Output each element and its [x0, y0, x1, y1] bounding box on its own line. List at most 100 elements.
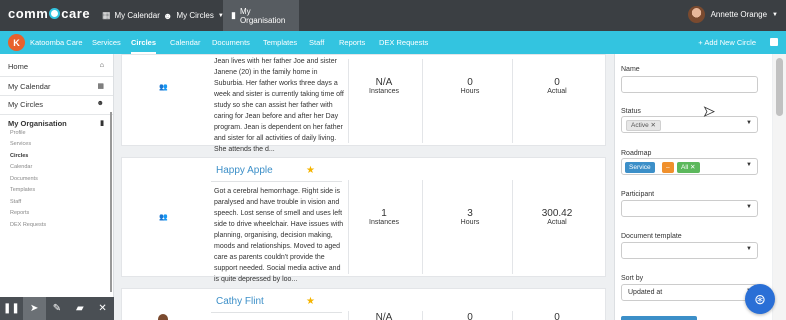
hours-stat: 3 Hours — [445, 208, 495, 226]
home-icon: ⌂ — [99, 62, 104, 69]
sidebar-item-my-organisation[interactable]: My Organisation ▮ — [8, 119, 106, 128]
caret-down-icon: ▼ — [746, 204, 752, 210]
participant-filter-select[interactable]: ▼ — [621, 200, 758, 217]
eraser-icon[interactable]: ▰ — [68, 297, 91, 320]
sort-by-label: Sort by — [621, 275, 644, 282]
subnav-documents[interactable]: Documents — [212, 31, 250, 54]
status-filter-select[interactable]: Active ✕ ▼ — [621, 116, 758, 133]
instances-value: 1 — [381, 208, 387, 219]
actual-label: Actual — [547, 219, 567, 226]
logo-dot-icon — [49, 8, 61, 19]
sidebar-sub-documents[interactable]: Documents — [10, 176, 38, 182]
subnav-calendar[interactable]: Calendar — [170, 31, 200, 54]
circle-description: Jean lives with her father Joe and siste… — [214, 58, 344, 153]
scrollbar-thumb[interactable] — [776, 58, 783, 116]
user-menu[interactable]: Annette Orange ▼ — [687, 6, 778, 23]
sidebar: Home ⌂ My Calendar ▦ My Circles ☻ My Org… — [0, 54, 114, 320]
status-tag[interactable]: Active ✕ — [626, 120, 661, 131]
mouse-cursor-icon: ➤ — [703, 103, 716, 120]
divider — [0, 76, 113, 77]
calendar-icon: ▦ — [97, 83, 104, 90]
org-name[interactable]: Katoomba Care — [30, 38, 83, 47]
sidebar-item-my-circles[interactable]: My Circles ☻ — [8, 100, 106, 109]
instances-label: Instances — [369, 88, 399, 95]
subnav-services[interactable]: Services — [92, 31, 121, 54]
help-button[interactable]: ⊛ — [745, 284, 775, 314]
sidebar-sub-reports[interactable]: Reports — [10, 210, 29, 216]
collapse-icon[interactable] — [770, 38, 778, 46]
roadmap-tag-service[interactable]: Service — [625, 162, 655, 173]
org-logo[interactable]: K — [8, 34, 25, 51]
instances-value: N/A — [375, 312, 393, 320]
circle-name-link[interactable]: Happy Apple — [216, 165, 273, 176]
subnav-staff[interactable]: Staff — [309, 31, 324, 54]
roadmap-filter-select[interactable]: Service – All ✕ ▼ — [621, 158, 758, 175]
subnav-templates[interactable]: Templates — [263, 31, 297, 54]
sidebar-sub-circles[interactable]: Circles — [10, 153, 28, 159]
topnav-my-organisation[interactable]: ▮ My Organisation — [223, 0, 299, 31]
circle-card[interactable]: Happy Apple ★ Got a cerebral hemorrhage.… — [121, 157, 606, 283]
roadmap-tag-separator[interactable]: – — [662, 162, 674, 173]
divider — [0, 114, 113, 115]
apply-filter-button[interactable] — [621, 316, 697, 320]
topnav-my-circles[interactable]: ☻ My Circles ▼ — [155, 0, 232, 31]
divider — [422, 59, 423, 143]
close-icon[interactable]: ✕ — [91, 297, 114, 320]
hours-stat: 0 — [445, 312, 495, 320]
divider — [422, 180, 423, 274]
logo-text-left: comm — [8, 6, 49, 21]
name-filter-input[interactable] — [621, 76, 758, 93]
divider — [512, 59, 513, 143]
sidebar-item-label: My Circles — [8, 100, 43, 109]
circle-name-link[interactable]: Cathy Flint — [216, 296, 264, 307]
actual-label: Actual — [547, 88, 567, 95]
hours-label: Hours — [460, 219, 480, 226]
sidebar-sub-staff[interactable]: Staff — [10, 199, 21, 205]
avatar — [158, 314, 168, 320]
sidebar-sub-dex-requests[interactable]: DEX Requests — [10, 222, 46, 228]
actual-stat: 300.42 Actual — [532, 208, 582, 226]
commcare-logo[interactable]: comm care — [8, 6, 90, 21]
sidebar-scrollbar[interactable] — [110, 112, 112, 292]
circle-card[interactable]: Cathy Flint ★ N/A 0 0 — [121, 288, 606, 320]
divider — [211, 181, 342, 182]
sidebar-item-my-calendar[interactable]: My Calendar ▦ — [8, 82, 106, 91]
divider — [348, 59, 349, 143]
add-circle-button[interactable]: + Add New Circle — [698, 38, 756, 47]
annotation-toolbar: ❚❚ ➤ ✎ ▰ ✕ — [0, 297, 114, 320]
subnav-circles[interactable]: Circles — [131, 31, 157, 54]
hours-label: Hours — [460, 88, 480, 95]
pointer-icon[interactable]: ➤ — [22, 297, 46, 320]
circle-card[interactable]: Jean lives with her father Joe and siste… — [121, 54, 606, 153]
pause-icon[interactable]: ❚❚ — [0, 297, 23, 320]
topnav-label: My Circles — [176, 11, 214, 20]
caret-down-icon: ▼ — [746, 246, 752, 252]
subnav-reports[interactable]: Reports — [339, 31, 365, 54]
subnav-dex-requests[interactable]: DEX Requests — [379, 31, 428, 54]
sidebar-sub-profile[interactable]: Profile — [10, 130, 26, 136]
document-template-filter-select[interactable]: ▼ — [621, 242, 758, 259]
sort-by-select[interactable]: Updated at ▼ — [621, 284, 758, 301]
actual-value: 0 — [554, 77, 560, 88]
page-scrollbar[interactable] — [773, 54, 786, 320]
sidebar-item-home[interactable]: Home ⌂ — [8, 62, 106, 71]
calendar-icon: ▦ — [102, 10, 111, 20]
user-name: Annette Orange — [710, 10, 768, 19]
document-template-filter-label: Document template — [621, 233, 682, 240]
topnav-label: My Calendar — [114, 11, 160, 20]
hours-stat: 0 Hours — [445, 77, 495, 95]
hours-value: 3 — [467, 208, 473, 219]
logo-text-right: care — [61, 6, 91, 21]
star-icon[interactable]: ★ — [306, 296, 315, 307]
circles-icon: ☻ — [163, 10, 173, 21]
actual-value: 300.42 — [541, 208, 573, 219]
instances-stat: 1 Instances — [359, 208, 409, 226]
sidebar-sub-templates[interactable]: Templates — [10, 187, 35, 193]
pen-icon[interactable]: ✎ — [46, 297, 69, 320]
building-icon: ▮ — [231, 10, 236, 20]
sidebar-sub-calendar[interactable]: Calendar — [10, 164, 32, 170]
star-icon[interactable]: ★ — [306, 165, 315, 176]
roadmap-tag-all[interactable]: All ✕ — [677, 162, 700, 173]
hours-value: 0 — [467, 312, 473, 320]
sidebar-sub-services[interactable]: Services — [10, 141, 31, 147]
